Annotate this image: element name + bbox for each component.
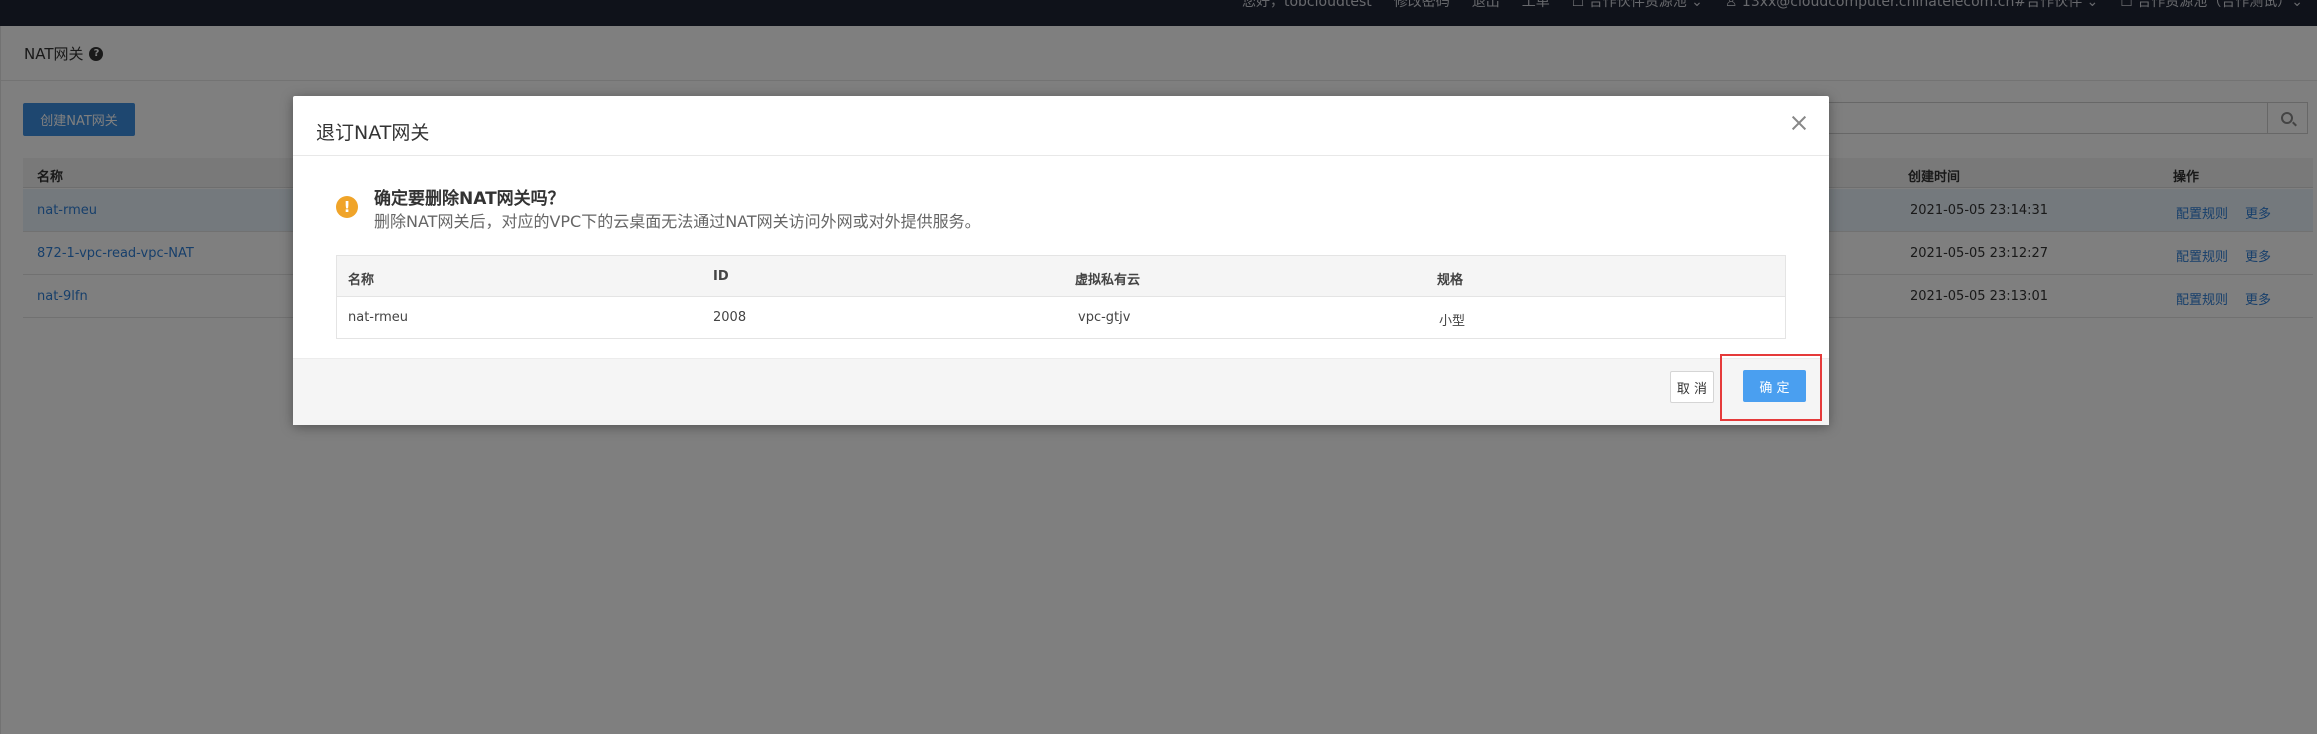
col-name: 名称 [348, 273, 375, 288]
highlight-box [1720, 354, 1822, 421]
dialog-table: 名称 ID 虚拟私有云 规格 nat-rmeu 2008 vpc-gtjv 小型 [336, 255, 1786, 339]
dialog-header: 退订NAT网关 [293, 96, 1829, 156]
dialog-title: 退订NAT网关 [316, 122, 430, 144]
cancel-button[interactable]: 取 消 [1670, 371, 1714, 403]
table-row: nat-rmeu 2008 vpc-gtjv 小型 [337, 297, 1785, 338]
cell-name: nat-rmeu [348, 310, 409, 325]
cell-id: 2008 [713, 310, 747, 325]
warning-icon: ! [336, 196, 358, 218]
col-spec: 规格 [1437, 273, 1464, 288]
dialog-table-header: 名称 ID 虚拟私有云 规格 [337, 256, 1785, 297]
col-id: ID [713, 269, 729, 284]
confirm-question: 确定要删除NAT网关吗？ [374, 189, 565, 209]
cell-spec: 小型 [1439, 314, 1466, 329]
cell-vpc: vpc-gtjv [1078, 310, 1131, 325]
confirm-description: 删除NAT网关后，对应的VPC下的云桌面无法通过NAT网关访问外网或对外提供服务… [374, 212, 981, 231]
col-vpc: 虚拟私有云 [1075, 273, 1141, 288]
close-icon[interactable] [1789, 113, 1809, 133]
unsubscribe-nat-dialog: 退订NAT网关 ! 确定要删除NAT网关吗？ 删除NAT网关后，对应的VPC下的… [293, 96, 1829, 425]
dialog-footer: 取 消 确 定 [293, 358, 1829, 425]
